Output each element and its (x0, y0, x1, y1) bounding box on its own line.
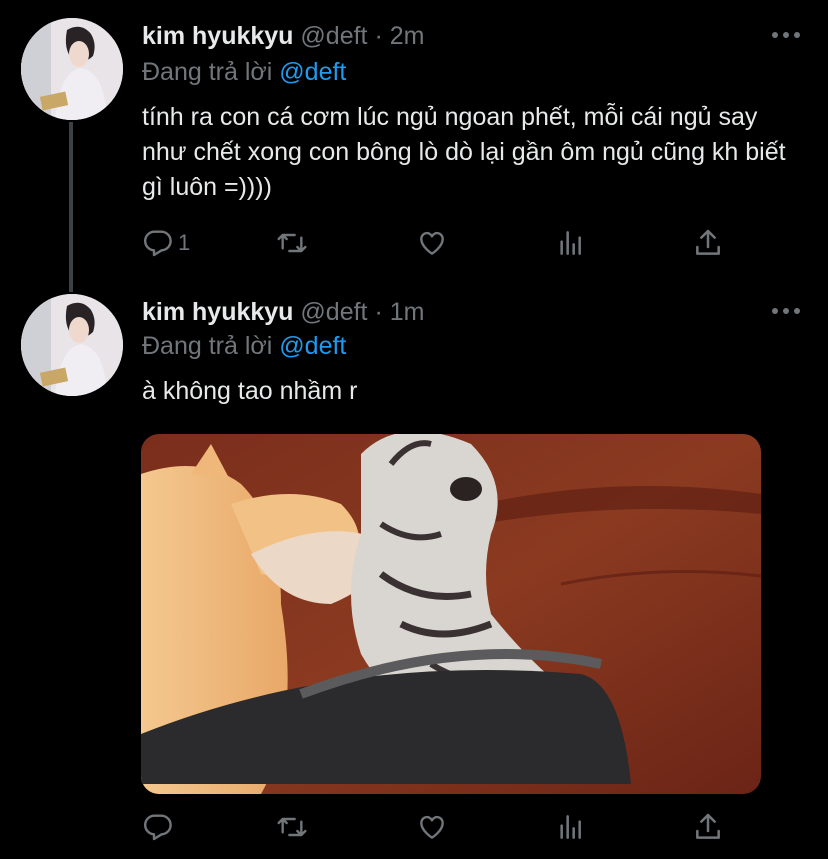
tweet-header: kim hyukkyu @deft · 1m (142, 298, 424, 327)
author-name[interactable]: kim hyukkyu (142, 22, 293, 50)
author-handle[interactable]: @deft (300, 22, 367, 50)
tweet-text: à không tao nhầm r (142, 377, 358, 405)
tweet-header: kim hyukkyu @deft · 2m (142, 22, 424, 51)
timestamp[interactable]: 2m (390, 22, 425, 50)
replying-to-label: Đang trả lời (142, 58, 273, 86)
avatar[interactable] (21, 18, 123, 120)
reply-button[interactable] (142, 810, 174, 844)
retweet-button[interactable] (276, 226, 308, 260)
replying-to-mention[interactable]: @deft (279, 58, 346, 86)
separator-dot: · (374, 298, 383, 326)
separator-dot: · (374, 22, 383, 50)
retweet-icon (277, 233, 307, 253)
replying-to-mention[interactable]: @deft (279, 332, 346, 360)
reply-icon (144, 230, 172, 257)
avatar-image (21, 294, 123, 396)
tweet-text: tính ra con cá cơm lúc ngủ ngoan phết, m… (142, 103, 786, 201)
reply-count: 1 (178, 230, 191, 255)
tweet-actions: 1 (142, 226, 742, 260)
retweet-button[interactable] (276, 810, 308, 844)
tweet-actions (142, 810, 742, 844)
analytics-icon (560, 815, 581, 839)
like-button[interactable] (416, 226, 448, 260)
like-icon (420, 815, 444, 839)
replying-to: Đang trả lời @deft (142, 332, 346, 361)
share-button[interactable] (692, 810, 724, 844)
tweet-1[interactable]: kim hyukkyu @deft · 2m Đang trả lời @def… (0, 0, 828, 292)
share-button[interactable] (692, 226, 724, 260)
more-icon[interactable] (772, 32, 800, 40)
tweet-2[interactable]: kim hyukkyu @deft · 1m Đang trả lời @def… (0, 292, 828, 859)
tweet-media-gif[interactable] (141, 434, 761, 794)
timestamp[interactable]: 1m (390, 298, 425, 326)
replying-to: Đang trả lời @deft (142, 58, 346, 87)
analytics-icon (560, 231, 581, 255)
reply-button[interactable]: 1 (142, 226, 190, 260)
share-icon (696, 229, 720, 255)
analytics-button[interactable] (555, 226, 587, 260)
replying-to-label: Đang trả lời (142, 332, 273, 360)
analytics-button[interactable] (555, 810, 587, 844)
like-button[interactable] (416, 810, 448, 844)
avatar-image (21, 18, 123, 120)
author-handle[interactable]: @deft (300, 298, 367, 326)
share-icon (696, 813, 720, 839)
like-icon (420, 231, 444, 255)
retweet-icon (277, 817, 307, 837)
more-icon[interactable] (772, 308, 800, 316)
reply-icon (144, 814, 172, 841)
cats-gif-image (141, 434, 761, 794)
avatar[interactable] (21, 294, 123, 396)
author-name[interactable]: kim hyukkyu (142, 298, 293, 326)
